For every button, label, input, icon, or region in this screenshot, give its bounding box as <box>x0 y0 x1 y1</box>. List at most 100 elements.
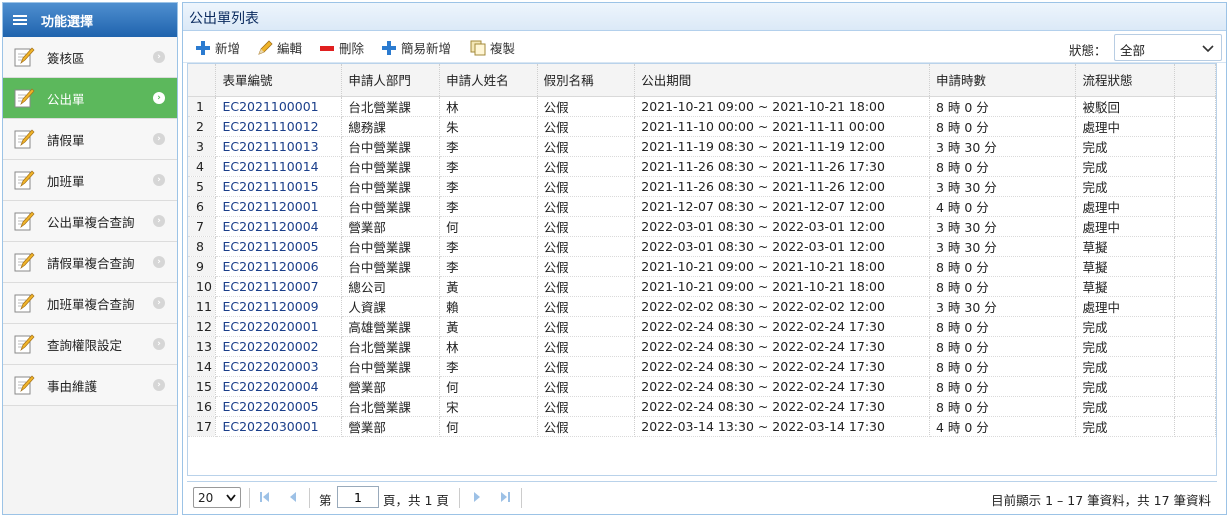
sidebar-item[interactable]: 簽核區 › <box>3 37 177 78</box>
chevron-right-icon: › <box>153 338 165 350</box>
table-row[interactable]: 6 EC2021120001 台中營業課李公假 2021-12-07 08:30 ~ … <box>188 196 1216 217</box>
first-page-icon[interactable] <box>259 491 271 503</box>
cell-filler <box>1174 336 1216 357</box>
form-code-link[interactable]: EC2021110015 <box>222 179 318 194</box>
form-code-link[interactable]: EC2021120009 <box>222 299 318 314</box>
cell-dept: 台中營業課 <box>341 256 441 277</box>
cell-hours: 4 時 0 分 <box>929 196 1077 217</box>
cell-type: 公假 <box>537 296 636 317</box>
table-row[interactable]: 1 EC2021100001 台北營業課林公假 2021-10-21 09:00 ~ … <box>188 96 1216 117</box>
form-code-link[interactable]: EC2021110014 <box>222 159 318 174</box>
form-code-link[interactable]: EC2021120005 <box>222 239 318 254</box>
form-code-link[interactable]: EC2022020004 <box>222 379 318 394</box>
column-header[interactable]: 流程狀態 <box>1075 64 1176 97</box>
form-code-link[interactable]: EC2021120006 <box>222 259 318 274</box>
sidebar-item-label: 加班單 <box>47 173 85 189</box>
cell-period: 2022-02-24 08:30 ~ 2022-02-24 17:30 <box>634 376 930 397</box>
table-row[interactable]: 10 EC2021120007 總公司黃公假 2021-10-21 09:00 ~ 2… <box>188 276 1216 297</box>
last-page-icon[interactable] <box>499 491 511 503</box>
cell-code: EC2021120001 <box>215 196 343 217</box>
cell-period: 2021-10-21 09:00 ~ 2021-10-21 18:00 <box>634 96 930 117</box>
cell-status: 完成 <box>1075 316 1176 337</box>
form-code-link[interactable]: EC2021120001 <box>222 199 318 214</box>
form-code-link[interactable]: EC2021100001 <box>222 99 318 114</box>
sidebar-item[interactable]: 公出單 › <box>3 78 177 119</box>
table-row[interactable]: 7 EC2021120004 營業部何公假 2022-03-01 08:30 ~ 20… <box>188 216 1216 237</box>
quick-add-button[interactable]: 簡易新增 <box>381 38 451 57</box>
table-row[interactable]: 12 EC2022020001 高雄營業課黃公假 2022-02-24 08:30 ~… <box>188 316 1216 337</box>
form-code-link[interactable]: EC2021110012 <box>222 119 318 134</box>
form-code-link[interactable]: EC2021110013 <box>222 139 318 154</box>
sidebar-item-label: 簽核區 <box>47 50 85 66</box>
table-row[interactable]: 17 EC2022030001 營業部何公假 2022-03-14 13:30 ~ 2… <box>188 416 1216 437</box>
sidebar-header: 功能選擇 <box>3 3 177 37</box>
status-filter-select[interactable]: 全部 <box>1114 34 1222 61</box>
sidebar-item[interactable]: 請假單複合查詢 › <box>3 242 177 283</box>
cell-period: 2021-11-26 08:30 ~ 2021-11-26 17:30 <box>634 156 930 177</box>
table-row[interactable]: 11 EC2021120009 人資課賴公假 2022-02-02 08:30 ~ 2… <box>188 296 1216 317</box>
delete-button[interactable]: 刪除 <box>319 38 364 57</box>
cell-period: 2021-11-26 08:30 ~ 2021-11-26 12:00 <box>634 176 930 197</box>
table-row[interactable]: 15 EC2022020004 營業部何公假 2022-02-24 08:30 ~ 2… <box>188 376 1216 397</box>
table-row[interactable]: 16 EC2022020005 台北營業課宋公假 2022-02-24 08:30 ~… <box>188 396 1216 417</box>
form-code-link[interactable]: EC2022030001 <box>222 419 318 434</box>
cell-filler <box>1174 416 1216 437</box>
cell-status: 處理中 <box>1075 296 1176 317</box>
cell-name: 朱 <box>439 116 538 137</box>
table-row[interactable]: 13 EC2022020002 台北營業課林公假 2022-02-24 08:30 ~… <box>188 336 1216 357</box>
table-row[interactable]: 9 EC2021120006 台中營業課李公假 2021-10-21 09:00 ~ … <box>188 256 1216 277</box>
cell-hours: 8 時 0 分 <box>929 116 1077 137</box>
cell-hours: 8 時 0 分 <box>929 276 1077 297</box>
cell-type: 公假 <box>537 156 636 177</box>
page-size-select[interactable]: 20 <box>193 487 241 508</box>
form-code-link[interactable]: EC2021120007 <box>222 279 318 294</box>
row-number: 15 <box>188 376 217 397</box>
chevron-down-icon <box>1202 45 1214 53</box>
plus-icon <box>382 40 396 55</box>
form-code-link[interactable]: EC2021120004 <box>222 219 318 234</box>
table-row[interactable]: 4 EC2021110014 台中營業課李公假 2021-11-26 08:30 ~ … <box>188 156 1216 177</box>
cell-type: 公假 <box>537 376 636 397</box>
add-button[interactable]: 新增 <box>195 38 240 57</box>
next-page-icon[interactable] <box>471 491 483 503</box>
prev-page-icon[interactable] <box>287 491 299 503</box>
cell-code: EC2021110013 <box>215 136 343 157</box>
edit-button[interactable]: 編輯 <box>257 38 302 57</box>
sidebar-item[interactable]: 查詢權限設定 › <box>3 324 177 365</box>
sidebar-item[interactable]: 加班單複合查詢 › <box>3 283 177 324</box>
pencil-icon <box>258 39 273 55</box>
cell-code: EC2021110012 <box>215 116 343 137</box>
sidebar-item[interactable]: 公出單複合查詢 › <box>3 201 177 242</box>
copy-button[interactable]: 複製 <box>470 38 515 57</box>
cell-dept: 台中營業課 <box>341 196 441 217</box>
table-header-row: 表單編號 申請人部門 申請人姓名 假別名稱 公出期間 申請時數 流程狀態 <box>188 64 1216 97</box>
cell-hours: 3 時 30 分 <box>929 296 1077 317</box>
column-header[interactable]: 表單編號 <box>215 64 343 97</box>
cell-code: EC2022020004 <box>215 376 343 397</box>
sidebar-item[interactable]: 加班單 › <box>3 160 177 201</box>
form-code-link[interactable]: EC2022020002 <box>222 339 318 354</box>
table-row[interactable]: 3 EC2021110013 台中營業課李公假 2021-11-19 08:30 ~ … <box>188 136 1216 157</box>
status-filter-label: 狀態： <box>1069 43 1107 58</box>
column-header[interactable]: 假別名稱 <box>537 64 636 97</box>
cell-type: 公假 <box>537 196 636 217</box>
column-header[interactable]: 申請時數 <box>929 64 1077 97</box>
column-header[interactable]: 公出期間 <box>634 64 930 97</box>
form-code-link[interactable]: EC2022020005 <box>222 399 318 414</box>
cell-type: 公假 <box>537 396 636 417</box>
column-header[interactable]: 申請人姓名 <box>439 64 538 97</box>
form-code-link[interactable]: EC2022020003 <box>222 359 318 374</box>
column-header[interactable]: 申請人部門 <box>341 64 441 97</box>
sidebar-item[interactable]: 事由維護 › <box>3 365 177 406</box>
cell-filler <box>1174 236 1216 257</box>
cell-type: 公假 <box>537 116 636 137</box>
page-label-suffix: 頁，共 1 頁 <box>383 493 449 508</box>
sidebar-item[interactable]: 請假單 › <box>3 119 177 160</box>
form-code-link[interactable]: EC2022020001 <box>222 319 318 334</box>
table-row[interactable]: 8 EC2021120005 台中營業課李公假 2022-03-01 08:30 ~ … <box>188 236 1216 257</box>
table-row[interactable]: 14 EC2022020003 台中營業課李公假 2022-02-24 08:30 ~… <box>188 356 1216 377</box>
table-row[interactable]: 2 EC2021110012 總務課朱公假 2021-11-10 00:00 ~ 20… <box>188 116 1216 137</box>
table-row[interactable]: 5 EC2021110015 台中營業課李公假 2021-11-26 08:30 ~ … <box>188 176 1216 197</box>
page-number-input[interactable] <box>337 486 379 508</box>
cell-period: 2022-03-01 08:30 ~ 2022-03-01 12:00 <box>634 216 930 237</box>
